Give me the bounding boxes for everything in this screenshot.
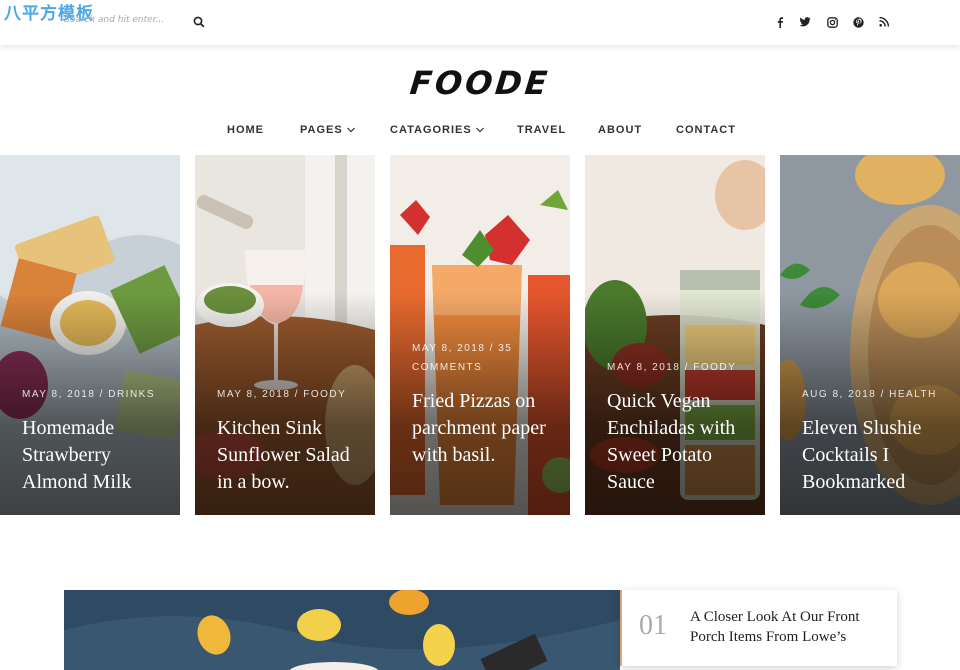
nav-pages[interactable]: PAGES xyxy=(300,122,356,138)
facebook-link[interactable] xyxy=(772,14,788,30)
post-card[interactable]: MAY 8, 2018 / 35 COMMENTS Fried Pizzas o… xyxy=(390,155,570,515)
nav-about-label: ABOUT xyxy=(598,124,643,136)
post-card-meta: MAY 8, 2018 / FOODY xyxy=(217,389,347,400)
post-card[interactable]: AUG 8, 2018 / HEALTH Eleven Slushie Cock… xyxy=(780,155,960,515)
search-button[interactable] xyxy=(191,14,207,30)
nav-contact[interactable]: CONTACT xyxy=(676,122,736,138)
featured-post-number: 01 xyxy=(639,610,667,641)
instagram-icon xyxy=(826,16,838,28)
post-card-meta: AUG 8, 2018 / HEALTH xyxy=(802,389,937,400)
search-icon xyxy=(193,16,205,28)
post-card-title[interactable]: Fried Pizzas on parchment paper with bas… xyxy=(412,388,562,469)
top-bar: 八平方模板 xyxy=(0,0,960,45)
nav-about[interactable]: ABOUT xyxy=(598,122,642,138)
featured-image[interactable] xyxy=(64,590,620,670)
nav-travel-label: TRAVEL xyxy=(517,124,567,136)
post-card[interactable]: MAY 8, 2018 / DRINKS Homemade Strawberry… xyxy=(0,155,180,515)
featured-post-panel[interactable]: 01 A Closer Look At Our Front Porch Item… xyxy=(620,590,897,666)
pinterest-link[interactable] xyxy=(850,14,866,30)
rss-link[interactable] xyxy=(876,14,892,30)
twitter-link[interactable] xyxy=(797,14,813,30)
rss-icon xyxy=(879,17,889,27)
pinterest-icon xyxy=(852,16,864,28)
post-card-title[interactable]: Homemade Strawberry Almond Milk xyxy=(22,415,172,496)
featured-post-title[interactable]: A Closer Look At Our Front Porch Items F… xyxy=(690,607,890,647)
nav-contact-label: CONTACT xyxy=(676,124,736,136)
post-card-title[interactable]: Kitchen Sink Sunflower Salad in a bow. xyxy=(217,415,367,496)
nav-home[interactable]: HOME xyxy=(227,122,264,138)
post-card-title[interactable]: Quick Vegan Enchiladas with Sweet Potato… xyxy=(607,388,757,496)
post-card-title[interactable]: Eleven Slushie Cocktails I Bookmarked xyxy=(802,415,952,496)
twitter-icon xyxy=(799,17,811,27)
facebook-icon xyxy=(777,17,783,28)
nav-catagories[interactable]: CATAGORIES xyxy=(390,122,485,138)
chevron-down-icon xyxy=(475,127,484,133)
post-card[interactable]: MAY 8, 2018 / FOODY Kitchen Sink Sunflow… xyxy=(195,155,375,515)
post-card-meta: MAY 8, 2018 / FOODY xyxy=(607,362,737,373)
nav-catagories-label: CATAGORIES xyxy=(390,124,472,136)
featured-image-art xyxy=(64,590,620,670)
nav-travel[interactable]: TRAVEL xyxy=(517,122,566,138)
nav-pages-label: PAGES xyxy=(300,124,343,136)
chevron-down-icon xyxy=(346,127,355,133)
post-card[interactable]: MAY 8, 2018 / FOODY Quick Vegan Enchilad… xyxy=(585,155,765,515)
post-card-meta: MAY 8, 2018 / 35 COMMENTS xyxy=(412,343,513,373)
site-logo[interactable]: FOODE xyxy=(0,64,960,102)
instagram-link[interactable] xyxy=(824,14,840,30)
post-card-meta: MAY 8, 2018 / DRINKS xyxy=(22,389,156,400)
nav-home-label: HOME xyxy=(227,124,264,136)
search-input[interactable] xyxy=(64,15,184,25)
